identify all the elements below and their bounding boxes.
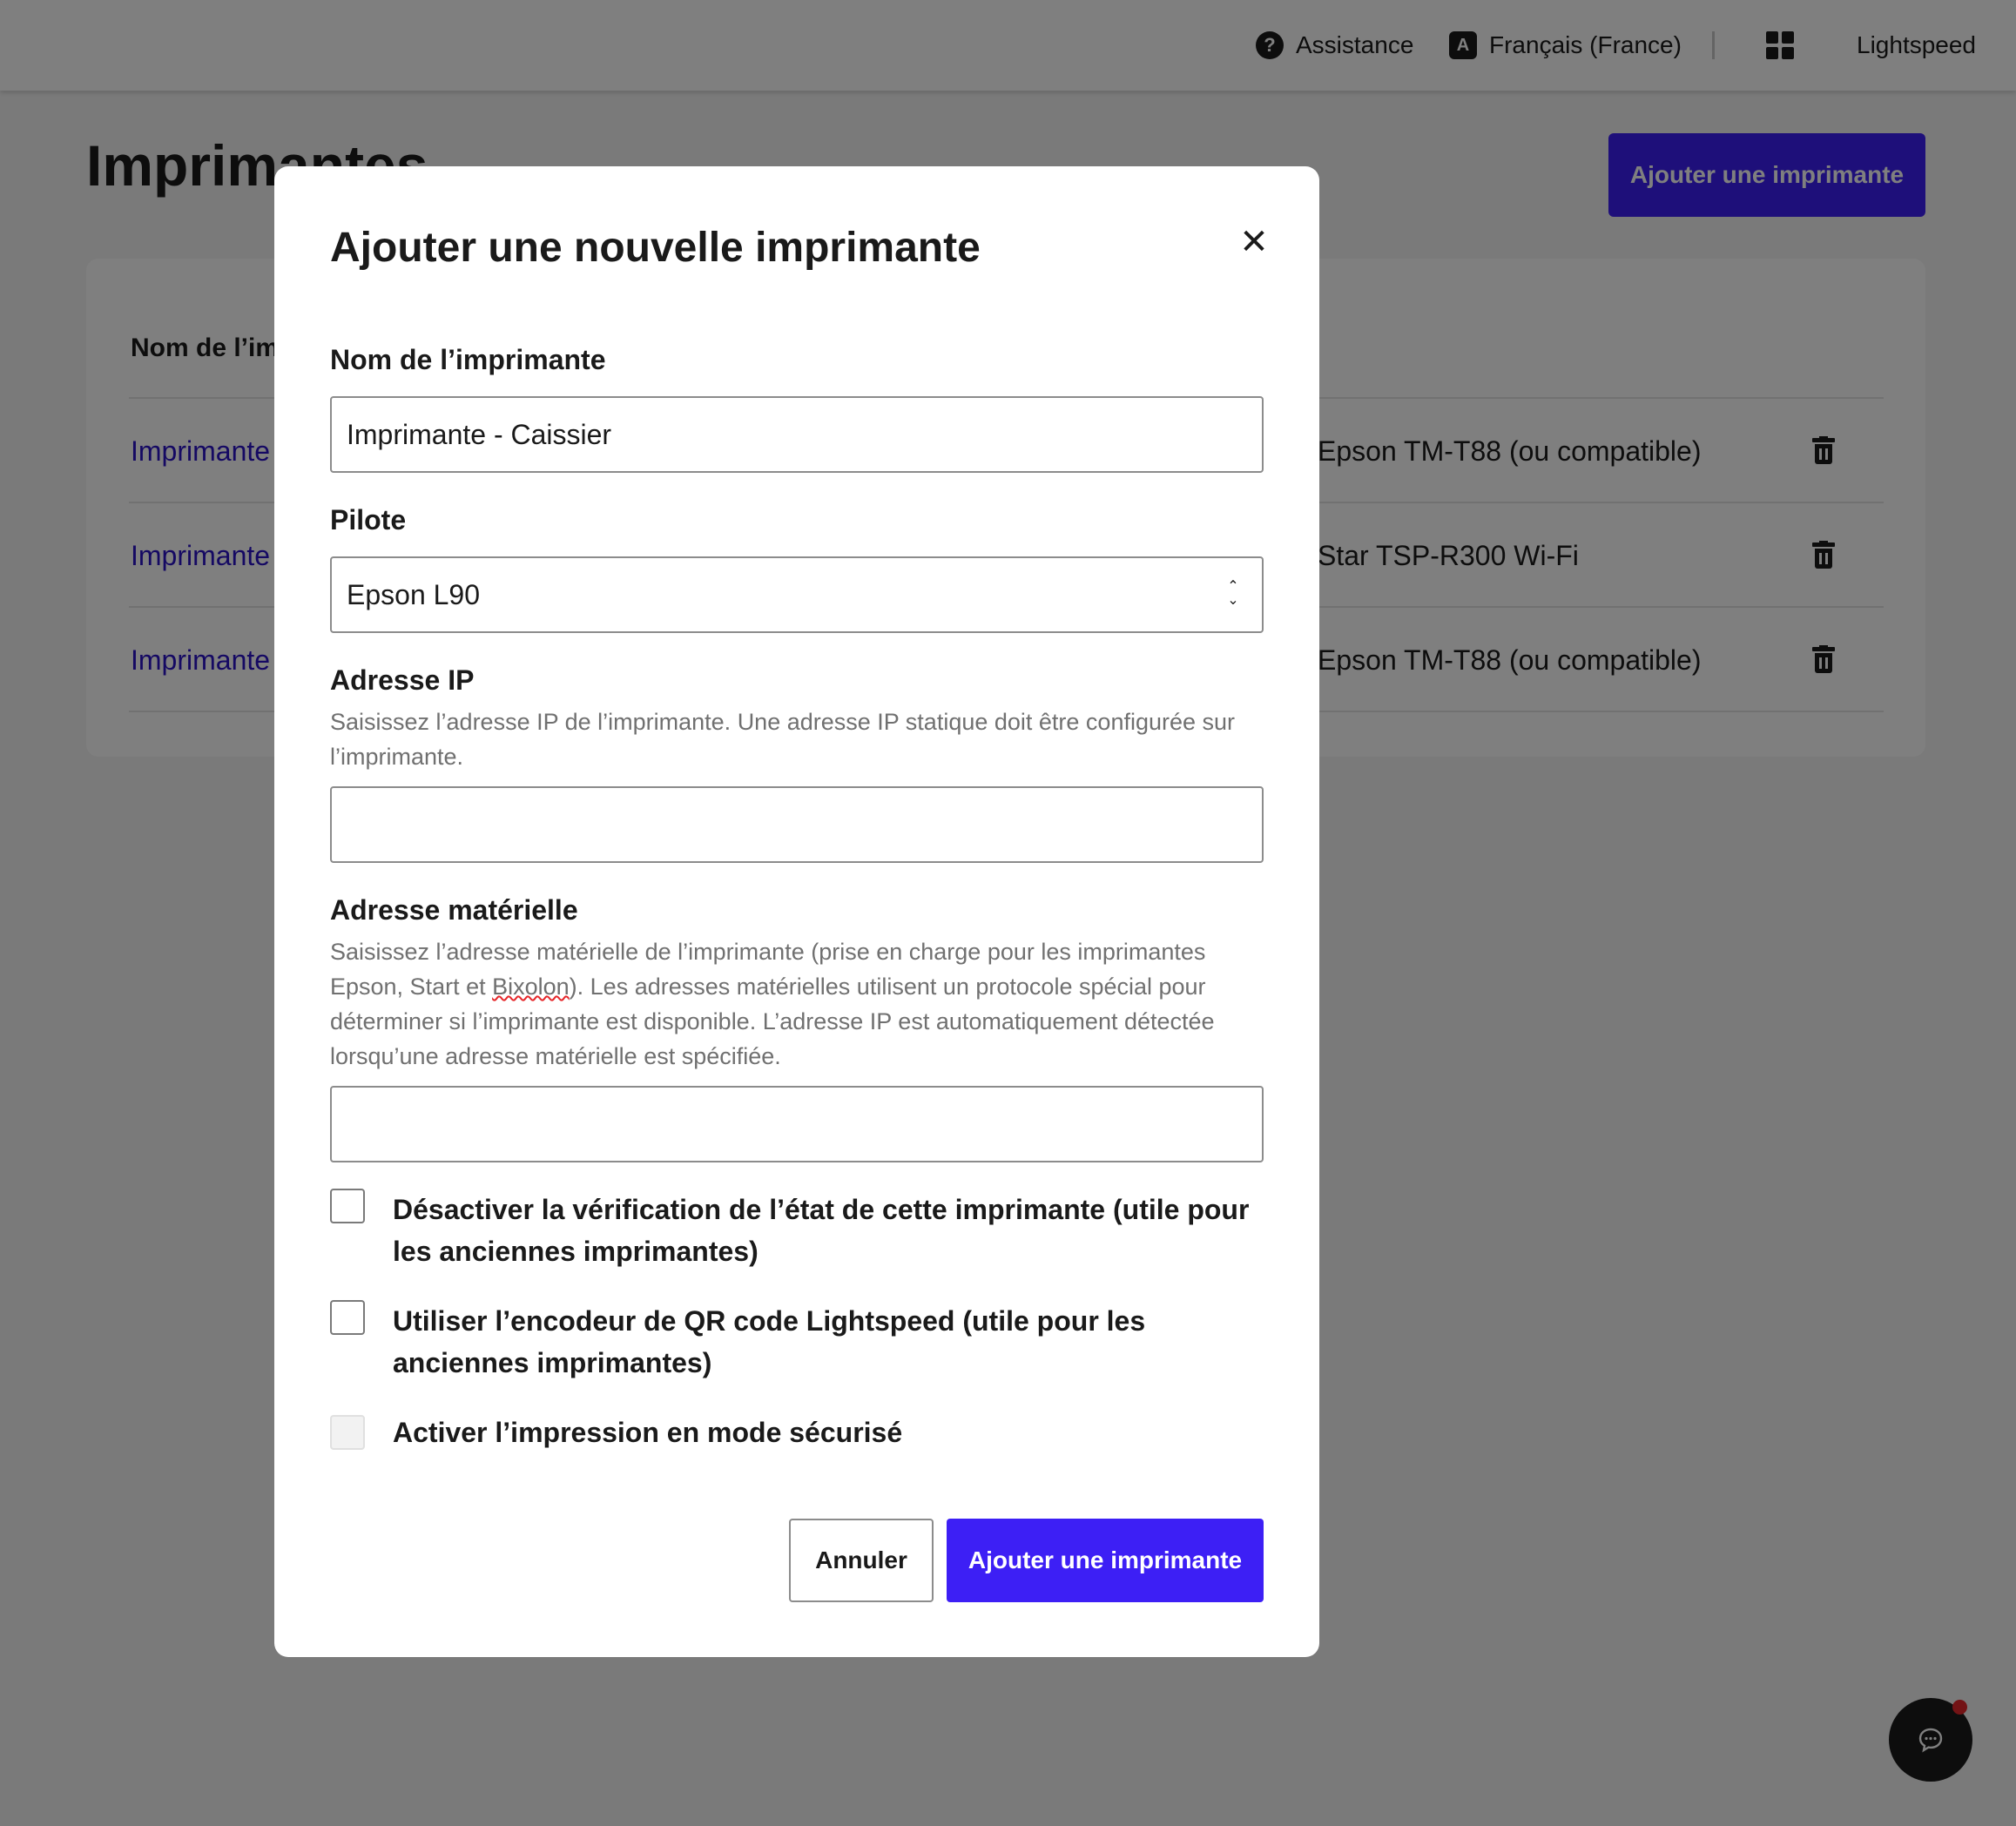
qr-encoder-label[interactable]: Utiliser l’encodeur de QR code Lightspee… [393,1300,1264,1384]
hardware-address-input[interactable] [330,1086,1264,1162]
add-printer-dialog: Ajouter une nouvelle imprimante ✕ Nom de… [274,166,1319,1657]
secure-printing-checkbox [330,1415,365,1450]
cancel-button[interactable]: Annuler [789,1519,934,1602]
disable-status-check-label[interactable]: Désactiver la vérification de l’état de … [393,1189,1264,1272]
hardware-address-help: Saisissez l’adresse matérielle de l’impr… [330,939,1215,1069]
dialog-title: Ajouter une nouvelle imprimante [330,225,981,271]
printer-name-input[interactable] [330,396,1264,473]
disable-status-check-checkbox[interactable] [330,1189,365,1223]
hardware-address-label: Adresse matérielle [330,894,578,926]
secure-printing-label: Activer l’impression en mode sécurisé [393,1417,903,1448]
driver-label: Pilote [330,504,407,536]
ip-address-help: Saisissez l’adresse IP de l’imprimante. … [330,709,1236,770]
driver-select[interactable]: Epson L90 ⌃ ⌄ [330,556,1264,633]
ip-address-input[interactable] [330,786,1264,863]
ip-address-label: Adresse IP [330,664,475,696]
driver-selected-value: Epson L90 [347,578,481,610]
printer-name-label: Nom de l’imprimante [330,344,606,375]
select-arrows-icon: ⌃ ⌄ [1227,577,1239,608]
submit-add-printer-button[interactable]: Ajouter une imprimante [947,1519,1264,1602]
spellcheck-underline: Bixolon [492,974,570,1000]
qr-encoder-checkbox[interactable] [330,1300,365,1335]
close-icon[interactable]: ✕ [1231,219,1278,266]
